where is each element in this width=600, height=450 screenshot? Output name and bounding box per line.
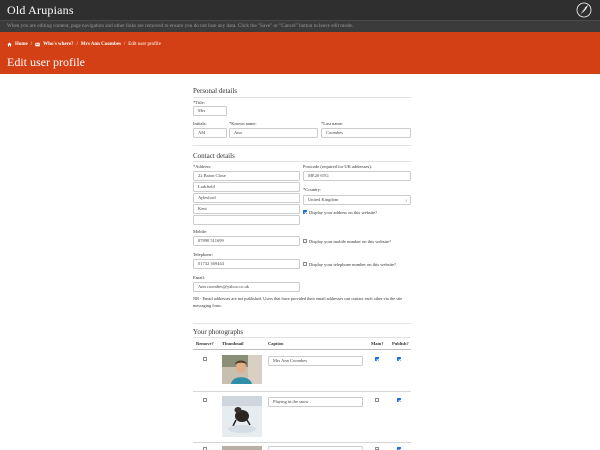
- postcode-label: Postcode (required for UK addresses):: [303, 164, 372, 169]
- postcode-field[interactable]: ME20 6TG: [303, 171, 411, 181]
- photo-thumbnail[interactable]: [222, 355, 262, 384]
- column-header-thumbnail: Thumbnail: [222, 341, 244, 346]
- divider: [193, 145, 411, 146]
- email-field[interactable]: Ann.coombes@yahoo.co.uk: [193, 282, 300, 292]
- known-name-field[interactable]: Ann: [229, 128, 318, 138]
- divider: [193, 323, 411, 324]
- address-line-1-field[interactable]: 22 Baton Close: [193, 171, 300, 181]
- divider: [193, 161, 411, 162]
- publish-photo-checkbox[interactable]: [397, 398, 401, 402]
- page-title: Edit user profile: [7, 55, 85, 69]
- breadcrumb-person[interactable]: Mrs Ann Coombes: [81, 42, 121, 47]
- title-label: *Title:: [193, 100, 205, 105]
- breadcrumb-separator: /: [123, 42, 126, 47]
- address-line-5-field[interactable]: [193, 215, 300, 225]
- column-header-remove: Remove?: [196, 341, 214, 346]
- display-mobile-label: Display your mobile number on this websi…: [309, 238, 391, 244]
- portrait-photo-icon: [222, 355, 262, 384]
- edit-profile-form: Personal details *Title: Mrs Initials: A…: [0, 74, 600, 450]
- main-photo-checkbox[interactable]: [375, 357, 379, 361]
- address-card-icon: [35, 42, 40, 47]
- display-mobile-checkbox[interactable]: [303, 239, 307, 243]
- snow-photo-icon: [222, 396, 262, 437]
- feather-quill-logo-icon: [576, 2, 592, 18]
- telephone-label: Telephone:: [193, 252, 213, 257]
- divider: [193, 97, 411, 98]
- photo-thumbnail[interactable]: [222, 396, 262, 437]
- row-divider: [193, 391, 411, 392]
- caption-field[interactable]: Mrs Ann Coombes: [268, 356, 363, 366]
- remove-photo-checkbox[interactable]: [203, 357, 207, 361]
- main-photo-checkbox[interactable]: [375, 398, 379, 402]
- mobile-label: Mobile:: [193, 229, 208, 234]
- breadcrumb: Home / Who's where? / Mrs Ann Coombes / …: [7, 42, 161, 47]
- initials-label: Initials:: [193, 121, 207, 126]
- mobile-field[interactable]: 07890 511699: [193, 236, 300, 246]
- breadcrumb-home[interactable]: Home: [15, 42, 28, 47]
- row-divider: [193, 442, 411, 443]
- email-privacy-note: NB - Email addresses are not published. …: [193, 296, 403, 308]
- column-header-caption: Caption: [268, 341, 284, 346]
- initials-field[interactable]: AM: [193, 128, 227, 138]
- breadcrumb-separator: /: [76, 42, 78, 47]
- address-line-4-field[interactable]: Kent: [193, 204, 300, 214]
- last-name-field[interactable]: Coombes: [321, 128, 411, 138]
- address-line-3-field[interactable]: Aylesford: [193, 193, 300, 203]
- table-header-divider: [193, 349, 411, 350]
- personal-details-heading: Personal details: [193, 87, 238, 95]
- edit-mode-notice-text: When you are editing content, page navig…: [7, 23, 354, 29]
- page-banner: Home / Who's where? / Mrs Ann Coombes / …: [0, 32, 600, 74]
- chevron-updown-icon: ↕: [405, 198, 407, 203]
- country-select[interactable]: United Kingdom ↕: [303, 195, 411, 205]
- caption-field[interactable]: [268, 446, 363, 450]
- title-field[interactable]: Mrs: [193, 106, 227, 116]
- photographs-heading: Your photographs: [193, 328, 244, 336]
- display-address-label: Display your address on this website?: [309, 209, 378, 215]
- known-name-label: *Known name:: [229, 121, 257, 126]
- breadcrumb-whos-where[interactable]: Who's where?: [43, 42, 73, 47]
- breadcrumb-current: Edit user profile: [128, 42, 161, 47]
- address-label: *Address:: [193, 164, 212, 169]
- last-name-label: *Last name:: [321, 121, 344, 126]
- display-telephone-checkbox[interactable]: [303, 262, 307, 266]
- contact-details-heading: Contact details: [193, 152, 235, 160]
- caption-field[interactable]: Playing in the snow: [268, 397, 363, 407]
- address-line-2-field[interactable]: Larkfield: [193, 182, 300, 192]
- top-bar: Old Arupians: [0, 0, 600, 20]
- site-title[interactable]: Old Arupians: [7, 3, 74, 18]
- photo-thumbnail[interactable]: [222, 446, 262, 450]
- remove-photo-checkbox[interactable]: [203, 398, 207, 402]
- home-icon: [7, 42, 12, 47]
- country-label: *Country:: [303, 187, 322, 192]
- column-header-main: Main?: [371, 341, 384, 346]
- email-label: Email:: [193, 275, 205, 280]
- column-header-publish: Publish?: [392, 341, 409, 346]
- telephone-field[interactable]: 01732 369444: [193, 259, 300, 269]
- display-telephone-label: Display your telephone number on this we…: [309, 261, 396, 267]
- divider: [193, 337, 411, 338]
- publish-photo-checkbox[interactable]: [397, 357, 401, 361]
- display-address-checkbox[interactable]: [303, 210, 307, 214]
- country-select-value: United Kingdom: [308, 197, 339, 202]
- edit-mode-notice: When you are editing content, page navig…: [0, 20, 600, 32]
- breadcrumb-separator: /: [30, 42, 33, 47]
